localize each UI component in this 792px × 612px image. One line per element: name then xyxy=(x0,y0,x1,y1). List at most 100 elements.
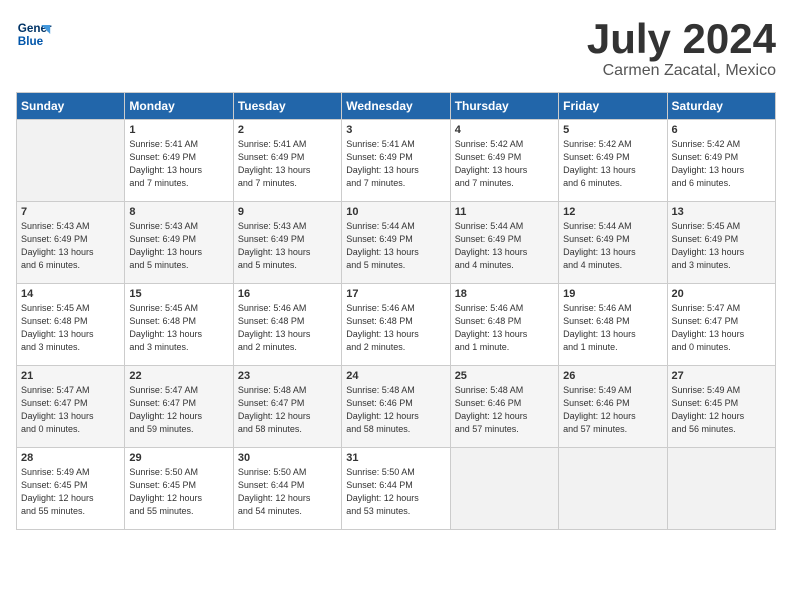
svg-text:Blue: Blue xyxy=(18,35,44,48)
day-info: Sunrise: 5:44 AM Sunset: 6:49 PM Dayligh… xyxy=(563,220,662,272)
day-info: Sunrise: 5:46 AM Sunset: 6:48 PM Dayligh… xyxy=(346,302,445,354)
table-row: 6 Sunrise: 5:42 AM Sunset: 6:49 PM Daylig… xyxy=(667,120,775,202)
table-row: 31 Sunrise: 5:50 AM Sunset: 6:44 PM Dayli… xyxy=(342,448,450,530)
calendar-table: Sunday Monday Tuesday Wednesday Thursday… xyxy=(16,92,776,530)
day-info: Sunrise: 5:42 AM Sunset: 6:49 PM Dayligh… xyxy=(455,138,554,190)
day-info: Sunrise: 5:47 AM Sunset: 6:47 PM Dayligh… xyxy=(21,384,120,436)
table-row: 24 Sunrise: 5:48 AM Sunset: 6:46 PM Dayli… xyxy=(342,366,450,448)
table-row: 13Sunrise: 5:45 AM Sunset: 6:49 PM Dayli… xyxy=(667,202,775,284)
calendar-week-row: 1 Sunrise: 5:41 AM Sunset: 6:49 PM Daylig… xyxy=(17,120,776,202)
table-row: 8 Sunrise: 5:43 AM Sunset: 6:49 PM Daylig… xyxy=(125,202,233,284)
table-row xyxy=(450,448,558,530)
table-row: 11Sunrise: 5:44 AM Sunset: 6:49 PM Dayli… xyxy=(450,202,558,284)
table-row: 29 Sunrise: 5:50 AM Sunset: 6:45 PM Dayli… xyxy=(125,448,233,530)
day-number: 25 xyxy=(455,370,554,382)
table-row: 21 Sunrise: 5:47 AM Sunset: 6:47 PM Dayli… xyxy=(17,366,125,448)
header-friday: Friday xyxy=(559,93,667,120)
day-number: 8 xyxy=(129,206,228,218)
header-tuesday: Tuesday xyxy=(233,93,341,120)
day-info: Sunrise: 5:50 AM Sunset: 6:44 PM Dayligh… xyxy=(346,466,445,518)
day-number: 20 xyxy=(672,288,771,300)
day-number: 3 xyxy=(346,124,445,136)
table-row: 20 Sunrise: 5:47 AM Sunset: 6:47 PM Dayli… xyxy=(667,284,775,366)
table-row: 23Sunrise: 5:48 AM Sunset: 6:47 PM Dayli… xyxy=(233,366,341,448)
table-row: 22 Sunrise: 5:47 AM Sunset: 6:47 PM Dayli… xyxy=(125,366,233,448)
day-info: Sunrise: 5:50 AM Sunset: 6:45 PM Dayligh… xyxy=(129,466,228,518)
day-number: 27 xyxy=(672,370,771,382)
day-info: Sunrise: 5:50 AM Sunset: 6:44 PM Dayligh… xyxy=(238,466,337,518)
day-number: 18 xyxy=(455,288,554,300)
table-row: 10Sunrise: 5:44 AM Sunset: 6:49 PM Dayli… xyxy=(342,202,450,284)
day-number: 6 xyxy=(672,124,771,136)
calendar-week-row: 21 Sunrise: 5:47 AM Sunset: 6:47 PM Dayli… xyxy=(17,366,776,448)
table-row: 30 Sunrise: 5:50 AM Sunset: 6:44 PM Dayli… xyxy=(233,448,341,530)
header-saturday: Saturday xyxy=(667,93,775,120)
day-info: Sunrise: 5:43 AM Sunset: 6:49 PM Dayligh… xyxy=(238,220,337,272)
table-row: 9 Sunrise: 5:43 AM Sunset: 6:49 PM Daylig… xyxy=(233,202,341,284)
calendar-title: July 2024 xyxy=(587,16,776,62)
day-info: Sunrise: 5:49 AM Sunset: 6:46 PM Dayligh… xyxy=(563,384,662,436)
calendar-week-row: 7 Sunrise: 5:43 AM Sunset: 6:49 PM Daylig… xyxy=(17,202,776,284)
day-info: Sunrise: 5:49 AM Sunset: 6:45 PM Dayligh… xyxy=(672,384,771,436)
table-row: 1 Sunrise: 5:41 AM Sunset: 6:49 PM Daylig… xyxy=(125,120,233,202)
table-row: 16Sunrise: 5:46 AM Sunset: 6:48 PM Dayli… xyxy=(233,284,341,366)
day-info: Sunrise: 5:46 AM Sunset: 6:48 PM Dayligh… xyxy=(238,302,337,354)
days-header-row: Sunday Monday Tuesday Wednesday Thursday… xyxy=(17,93,776,120)
day-number: 7 xyxy=(21,206,120,218)
table-row: 25 Sunrise: 5:48 AM Sunset: 6:46 PM Dayli… xyxy=(450,366,558,448)
day-info: Sunrise: 5:45 AM Sunset: 6:48 PM Dayligh… xyxy=(129,302,228,354)
day-number: 30 xyxy=(238,452,337,464)
calendar-subtitle: Carmen Zacatal, Mexico xyxy=(587,62,776,80)
day-info: Sunrise: 5:44 AM Sunset: 6:49 PM Dayligh… xyxy=(455,220,554,272)
day-number: 4 xyxy=(455,124,554,136)
day-number: 9 xyxy=(238,206,337,218)
header-monday: Monday xyxy=(125,93,233,120)
day-info: Sunrise: 5:41 AM Sunset: 6:49 PM Dayligh… xyxy=(238,138,337,190)
table-row: 5Sunrise: 5:42 AM Sunset: 6:49 PM Daylig… xyxy=(559,120,667,202)
table-row: 27 Sunrise: 5:49 AM Sunset: 6:45 PM Dayli… xyxy=(667,366,775,448)
day-info: Sunrise: 5:48 AM Sunset: 6:46 PM Dayligh… xyxy=(346,384,445,436)
table-row xyxy=(559,448,667,530)
day-number: 17 xyxy=(346,288,445,300)
day-number: 19 xyxy=(563,288,662,300)
day-number: 21 xyxy=(21,370,120,382)
table-row: 17 Sunrise: 5:46 AM Sunset: 6:48 PM Dayli… xyxy=(342,284,450,366)
day-info: Sunrise: 5:47 AM Sunset: 6:47 PM Dayligh… xyxy=(129,384,228,436)
day-number: 24 xyxy=(346,370,445,382)
table-row: 4 Sunrise: 5:42 AM Sunset: 6:49 PM Daylig… xyxy=(450,120,558,202)
day-info: Sunrise: 5:43 AM Sunset: 6:49 PM Dayligh… xyxy=(21,220,120,272)
day-number: 31 xyxy=(346,452,445,464)
day-number: 1 xyxy=(129,124,228,136)
day-info: Sunrise: 5:41 AM Sunset: 6:49 PM Dayligh… xyxy=(346,138,445,190)
day-info: Sunrise: 5:42 AM Sunset: 6:49 PM Dayligh… xyxy=(672,138,771,190)
day-number: 12 xyxy=(563,206,662,218)
day-number: 26 xyxy=(563,370,662,382)
calendar-week-row: 14 Sunrise: 5:45 AM Sunset: 6:48 PM Dayli… xyxy=(17,284,776,366)
logo-icon: General Blue xyxy=(16,16,52,52)
day-number: 29 xyxy=(129,452,228,464)
table-row: 14 Sunrise: 5:45 AM Sunset: 6:48 PM Dayli… xyxy=(17,284,125,366)
header-sunday: Sunday xyxy=(17,93,125,120)
day-number: 28 xyxy=(21,452,120,464)
day-info: Sunrise: 5:46 AM Sunset: 6:48 PM Dayligh… xyxy=(455,302,554,354)
day-info: Sunrise: 5:43 AM Sunset: 6:49 PM Dayligh… xyxy=(129,220,228,272)
header-thursday: Thursday xyxy=(450,93,558,120)
day-info: Sunrise: 5:41 AM Sunset: 6:49 PM Dayligh… xyxy=(129,138,228,190)
table-row xyxy=(17,120,125,202)
day-info: Sunrise: 5:45 AM Sunset: 6:48 PM Dayligh… xyxy=(21,302,120,354)
table-row: 7 Sunrise: 5:43 AM Sunset: 6:49 PM Daylig… xyxy=(17,202,125,284)
day-number: 10 xyxy=(346,206,445,218)
logo: General Blue xyxy=(16,16,52,52)
day-info: Sunrise: 5:47 AM Sunset: 6:47 PM Dayligh… xyxy=(672,302,771,354)
table-row: 19Sunrise: 5:46 AM Sunset: 6:48 PM Dayli… xyxy=(559,284,667,366)
title-area: July 2024 Carmen Zacatal, Mexico xyxy=(587,16,776,80)
table-row xyxy=(667,448,775,530)
table-row: 26 Sunrise: 5:49 AM Sunset: 6:46 PM Dayli… xyxy=(559,366,667,448)
day-number: 22 xyxy=(129,370,228,382)
day-number: 14 xyxy=(21,288,120,300)
day-info: Sunrise: 5:45 AM Sunset: 6:49 PM Dayligh… xyxy=(672,220,771,272)
header-wednesday: Wednesday xyxy=(342,93,450,120)
day-info: Sunrise: 5:48 AM Sunset: 6:46 PM Dayligh… xyxy=(455,384,554,436)
day-info: Sunrise: 5:49 AM Sunset: 6:45 PM Dayligh… xyxy=(21,466,120,518)
table-row: 18 Sunrise: 5:46 AM Sunset: 6:48 PM Dayli… xyxy=(450,284,558,366)
